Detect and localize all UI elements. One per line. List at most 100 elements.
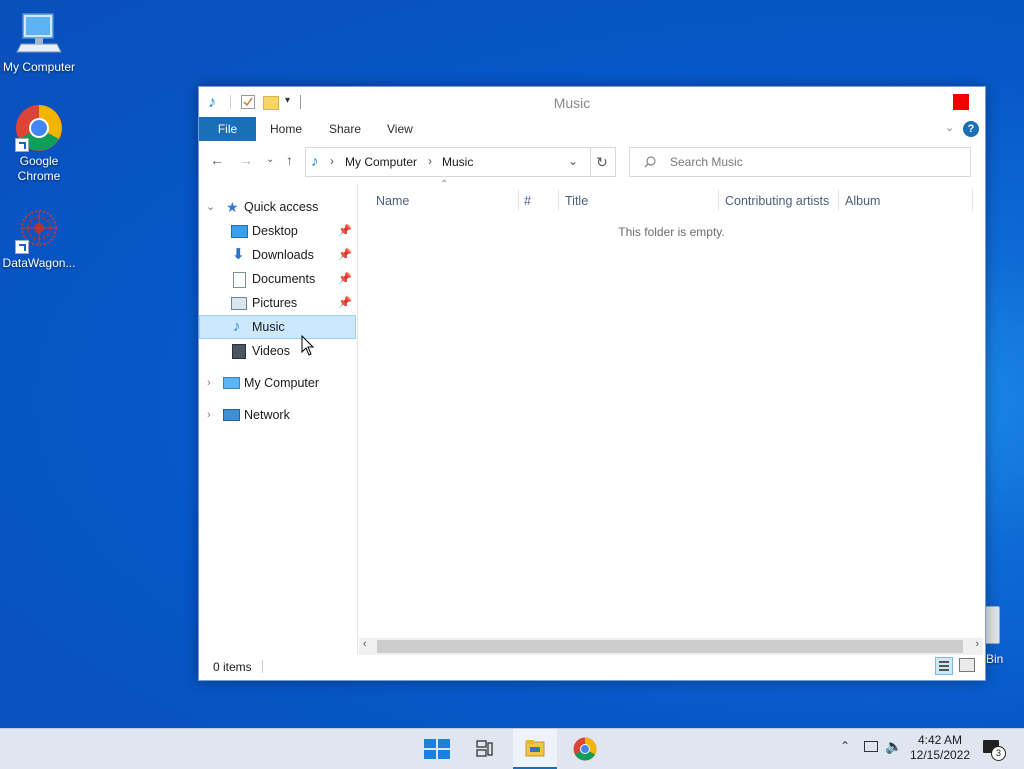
nav-item-downloads[interactable]: ⬇ Downloads 📌 (199, 243, 356, 267)
desktop-icon-label: Google Chrome (17, 154, 61, 183)
nav-item-desktop[interactable]: Desktop 📌 (199, 219, 356, 243)
pin-icon[interactable]: 📌 (338, 267, 352, 291)
column-header-contributing-artists[interactable]: Contributing artists (725, 189, 829, 213)
taskbar-file-explorer[interactable] (513, 729, 557, 769)
close-button[interactable] (953, 94, 969, 110)
network-icon (223, 409, 240, 421)
tab-view[interactable]: View (387, 117, 413, 141)
tab-home[interactable]: Home (270, 117, 302, 141)
breadcrumb-separator: › (428, 154, 432, 168)
system-tray: ⌃ 🔈 (838, 729, 908, 769)
large-icons-view-icon[interactable] (959, 658, 975, 672)
title-bar[interactable]: ♪ ▾ Music (199, 87, 985, 117)
nav-item-music[interactable]: ♪ Music (199, 315, 356, 339)
shortcut-arrow-icon (15, 240, 29, 254)
nav-item-quick-access[interactable]: ⌄ ★ Quick access (199, 195, 356, 219)
scroll-right-icon[interactable]: › (975, 638, 979, 650)
clock-date: 12/15/2022 (909, 748, 971, 762)
chevron-right-icon[interactable]: › (207, 403, 211, 427)
picture-icon (231, 297, 247, 310)
desktop-icon-my-computer[interactable]: My Computer (1, 10, 77, 75)
status-bar: 0 items (199, 655, 985, 679)
details-view-icon[interactable] (935, 657, 953, 675)
desktop-icon (231, 225, 248, 238)
nav-item-my-computer[interactable]: › My Computer (199, 371, 356, 395)
nav-item-label: Documents (252, 272, 316, 286)
nav-item-pictures[interactable]: Pictures 📌 (199, 291, 356, 315)
column-header-album[interactable]: Album (845, 189, 880, 213)
network-status-icon[interactable] (864, 741, 878, 752)
chrome-icon (573, 737, 597, 761)
task-view-button[interactable] (463, 729, 507, 769)
document-icon (233, 272, 246, 288)
navigation-bar: ← → ⌄ ↑ ♪ › My Computer › Music ⌄ ↻ Sear… (199, 143, 985, 179)
nav-item-label: Pictures (252, 296, 298, 310)
taskbar: ⌃ 🔈 4:42 AM 12/15/2022 3 (0, 728, 1024, 769)
forward-arrow-icon[interactable]: → (239, 152, 253, 168)
sort-ascending-icon: ⌃ (440, 179, 449, 190)
notification-center-button[interactable]: 3 (978, 729, 1018, 769)
address-dropdown-icon[interactable]: ⌄ (568, 154, 578, 168)
window-title: Music (553, 95, 591, 111)
chevron-right-icon[interactable]: › (207, 371, 211, 395)
download-icon: ⬇ (232, 246, 245, 263)
nav-item-label: Videos (252, 344, 290, 358)
pin-icon[interactable]: 📌 (338, 219, 352, 243)
nav-item-label: My Computer (244, 376, 320, 390)
desktop-icon-google-chrome[interactable]: Google Chrome (1, 104, 77, 184)
nav-item-network[interactable]: › Network (199, 403, 356, 427)
taskbar-chrome[interactable] (563, 729, 607, 769)
refresh-button[interactable]: ↻ (589, 147, 616, 177)
nav-item-documents[interactable]: Documents 📌 (199, 267, 356, 291)
mouse-cursor-icon (301, 335, 315, 356)
windows-logo-icon (424, 739, 450, 759)
empty-folder-message: This folder is empty. (618, 225, 725, 239)
file-list: ⌃ Name # Title Contributing artists Albu… (358, 179, 985, 653)
tab-share[interactable]: Share (329, 117, 361, 141)
breadcrumb-separator: › (330, 154, 334, 168)
chevron-down-icon[interactable]: ⌄ (206, 195, 215, 219)
up-arrow-icon[interactable]: ↑ (286, 152, 293, 168)
shortcut-arrow-icon (15, 138, 29, 152)
recycle-bin-label: Bin (986, 652, 1004, 666)
desktop-icon-datawagon[interactable]: DataWagon... (1, 206, 77, 271)
refresh-icon: ↻ (596, 154, 608, 170)
nav-item-label: Network (244, 408, 290, 422)
desktop-icon-label: DataWagon... (2, 256, 76, 270)
tab-file[interactable]: File (199, 117, 256, 141)
column-header-name[interactable]: Name (376, 189, 409, 213)
pin-icon[interactable]: 📌 (338, 243, 352, 267)
search-input[interactable]: Search Music (629, 147, 971, 177)
nav-item-label: Desktop (252, 224, 298, 238)
star-icon: ★ (226, 199, 239, 215)
computer-icon (15, 10, 63, 58)
volume-icon[interactable]: 🔈 (885, 738, 902, 755)
help-icon[interactable]: ? (963, 121, 979, 137)
nav-item-label: Music (252, 320, 285, 334)
nav-item-label: Downloads (252, 248, 314, 262)
column-header-number[interactable]: # (524, 189, 531, 213)
clock[interactable]: 4:42 AM 12/15/2022 (906, 729, 974, 769)
desktop-icon-label: My Computer (2, 60, 76, 74)
show-hidden-icons-icon[interactable]: ⌃ (840, 739, 850, 753)
recent-locations-icon[interactable]: ⌄ (266, 154, 274, 165)
address-bar[interactable]: ♪ › My Computer › Music ⌄ (305, 147, 591, 177)
back-arrow-icon[interactable]: ← (210, 152, 224, 168)
breadcrumb-music[interactable]: Music (442, 155, 473, 169)
search-icon (644, 156, 656, 168)
scroll-left-icon[interactable]: ‹ (363, 638, 367, 650)
pin-icon[interactable]: 📌 (338, 291, 352, 315)
navigation-pane: ⌄ ★ Quick access Desktop 📌 ⬇ Downloads 📌… (199, 183, 358, 655)
search-placeholder: Search Music (670, 155, 743, 169)
music-icon: ♪ (233, 318, 241, 335)
breadcrumb-my-computer[interactable]: My Computer (345, 155, 417, 169)
start-button[interactable] (415, 729, 459, 769)
column-header-title[interactable]: Title (565, 189, 588, 213)
scrollbar-thumb[interactable] (377, 640, 963, 653)
computer-icon (223, 377, 240, 389)
nav-item-videos[interactable]: Videos (199, 339, 356, 363)
music-icon: ♪ (311, 153, 319, 170)
notification-count-badge: 3 (991, 746, 1006, 761)
expand-ribbon-icon[interactable]: ⌄ (945, 121, 954, 134)
horizontal-scrollbar[interactable]: ‹ › (359, 638, 983, 655)
